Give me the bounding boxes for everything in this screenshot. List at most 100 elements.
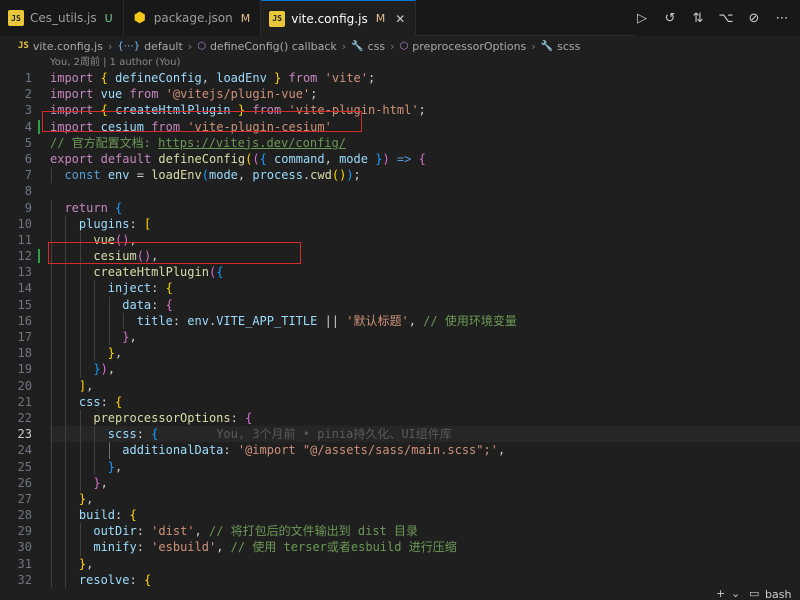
git-added-marker[interactable] bbox=[38, 249, 40, 264]
json-file-icon: ⬢ bbox=[133, 10, 146, 26]
line-number[interactable]: 28 bbox=[0, 507, 44, 523]
indent-guide bbox=[51, 393, 52, 410]
timeline-icon[interactable]: ↺ bbox=[662, 11, 678, 26]
line-number[interactable]: 22 bbox=[0, 410, 44, 426]
code-line: }, bbox=[50, 490, 800, 508]
codelens-blame[interactable]: You, 2周前 | 1 author (You) bbox=[50, 56, 180, 70]
line-number[interactable]: 10 bbox=[0, 216, 44, 232]
line-number[interactable]: 6 bbox=[0, 151, 44, 167]
tab-ces-utils[interactable]: JS Ces_utils.js U bbox=[0, 0, 124, 36]
git-status-badge: M bbox=[375, 12, 386, 25]
line-number[interactable]: 2 bbox=[0, 86, 44, 102]
git-icon[interactable]: ⌥ bbox=[718, 11, 734, 26]
function-icon: ⬡ bbox=[399, 40, 409, 52]
indent-guide bbox=[79, 329, 81, 346]
line-number[interactable]: 32 bbox=[0, 572, 44, 588]
indent-guide bbox=[51, 312, 52, 329]
indent-guide bbox=[65, 523, 67, 540]
indent-guide bbox=[51, 296, 52, 313]
line-number[interactable]: 19 bbox=[0, 361, 44, 377]
line-number[interactable]: 3 bbox=[0, 102, 44, 118]
line-number[interactable]: 31 bbox=[0, 556, 44, 572]
line-number[interactable]: 16 bbox=[0, 313, 44, 329]
compare-icon[interactable]: ⇅ bbox=[690, 11, 706, 26]
chevron-right-icon: › bbox=[341, 39, 347, 53]
breadcrumb-callback[interactable]: ⬡ defineConfig() callback bbox=[197, 40, 337, 53]
property-icon: 🔧 bbox=[351, 40, 364, 52]
line-number[interactable]: 4 bbox=[0, 119, 44, 135]
indent-guide bbox=[65, 345, 67, 362]
breadcrumb-preprocessor[interactable]: ⬡ preprocessorOptions bbox=[400, 40, 527, 53]
add-terminal-icon[interactable]: + bbox=[716, 587, 725, 600]
code-line: additionalData: '@import "@/assets/sass/… bbox=[50, 442, 800, 459]
line-number[interactable]: 15 bbox=[0, 297, 44, 313]
indent-guide bbox=[65, 231, 67, 249]
close-icon[interactable]: ✕ bbox=[395, 12, 405, 26]
line-number[interactable]: 21 bbox=[0, 394, 44, 410]
line-number[interactable]: 30 bbox=[0, 539, 44, 555]
line-number[interactable]: 17 bbox=[0, 329, 44, 345]
back-icon[interactable]: ⊘ bbox=[746, 11, 762, 26]
line-number[interactable]: 5 bbox=[0, 135, 44, 151]
code-area[interactable]: import { defineConfig, loadEnv } from 'v… bbox=[50, 70, 800, 588]
indent-guide bbox=[123, 312, 125, 329]
line-number[interactable]: 11 bbox=[0, 232, 44, 248]
line-number[interactable]: 20 bbox=[0, 378, 44, 394]
breadcrumb-css[interactable]: 🔧 css bbox=[351, 40, 385, 53]
line-number[interactable]: 25 bbox=[0, 459, 44, 475]
chevron-down-icon[interactable]: ⌄ bbox=[731, 587, 740, 600]
code-line: resolve: { bbox=[50, 571, 800, 588]
code-line: import { defineConfig, loadEnv } from 'v… bbox=[50, 71, 376, 85]
line-number[interactable]: 9 bbox=[0, 200, 44, 216]
indent-guide bbox=[94, 296, 96, 313]
indent-guide bbox=[51, 571, 52, 588]
indent-guide bbox=[65, 490, 67, 508]
code-line: }), bbox=[50, 361, 800, 378]
tab-vite-config[interactable]: JS vite.config.js M ✕ bbox=[261, 0, 417, 36]
indent-guide bbox=[65, 312, 67, 329]
line-number[interactable]: 29 bbox=[0, 523, 44, 539]
code-line: }, bbox=[50, 458, 800, 475]
indent-guide bbox=[51, 345, 52, 362]
git-added-marker[interactable] bbox=[38, 119, 40, 134]
code-editor[interactable]: You, 2周前 | 1 author (You) 1 2 3 4 5 6 7 8 9 10 11 1… bbox=[0, 56, 800, 600]
line-number[interactable]: 18 bbox=[0, 345, 44, 361]
line-number[interactable]: 14 bbox=[0, 280, 44, 296]
line-number[interactable]: 12 bbox=[0, 248, 44, 264]
code-line: css: { bbox=[50, 393, 800, 410]
indent-guide bbox=[65, 377, 67, 394]
line-number[interactable]: 7 bbox=[0, 167, 44, 183]
property-icon: 🔧 bbox=[540, 40, 554, 52]
more-icon[interactable]: ⋯ bbox=[774, 11, 790, 26]
indent-guide bbox=[51, 167, 52, 184]
line-number[interactable]: 1 bbox=[0, 70, 44, 86]
chevron-right-icon: › bbox=[107, 39, 113, 53]
indent-guide bbox=[79, 296, 81, 313]
variable-icon: {⋯} bbox=[117, 40, 141, 52]
terminal-label[interactable]: bash bbox=[765, 588, 791, 600]
indent-guide bbox=[79, 264, 81, 281]
indent-guide bbox=[65, 296, 67, 313]
indent-guide bbox=[51, 361, 52, 378]
indent-guide bbox=[79, 458, 81, 475]
breadcrumb-scss[interactable]: 🔧 scss bbox=[541, 40, 581, 53]
line-number[interactable]: 26 bbox=[0, 475, 44, 491]
code-line: }, bbox=[50, 555, 800, 572]
indent-guide bbox=[51, 280, 52, 297]
line-number[interactable]: 27 bbox=[0, 491, 44, 507]
run-icon[interactable]: ▷ bbox=[634, 11, 650, 26]
code-line: data: { bbox=[50, 296, 800, 313]
line-number[interactable]: 24 bbox=[0, 442, 44, 458]
indent-guide bbox=[65, 474, 67, 491]
code-line: const env = loadEnv(mode, process.cwd())… bbox=[50, 167, 800, 184]
tab-package-json[interactable]: ⬢ package.json M bbox=[123, 0, 262, 36]
breadcrumb-label: scss bbox=[557, 39, 581, 53]
line-number[interactable]: 8 bbox=[0, 183, 44, 199]
indent-guide bbox=[65, 361, 67, 378]
breadcrumb-default[interactable]: {⋯} default bbox=[117, 40, 182, 53]
indent-guide bbox=[51, 458, 52, 475]
line-number[interactable]: 23 bbox=[0, 426, 44, 442]
breadcrumb-file[interactable]: JS vite.config.js bbox=[18, 40, 103, 53]
tab-label: Ces_utils.js bbox=[30, 11, 97, 25]
line-number[interactable]: 13 bbox=[0, 264, 44, 280]
